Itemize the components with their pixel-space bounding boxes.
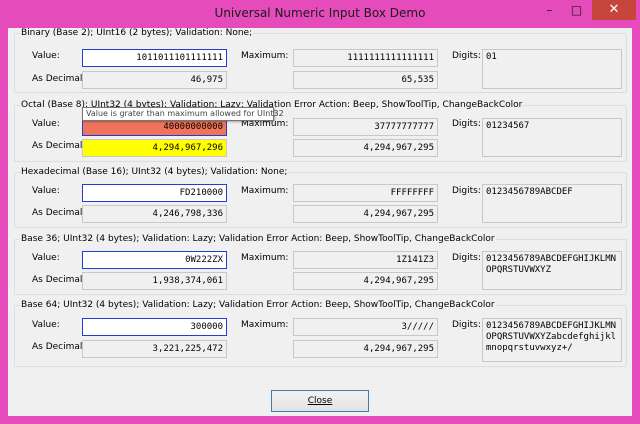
maximum-field: 1Z141Z3	[293, 251, 438, 269]
maximum-decimal-field: 4,294,967,295	[293, 340, 438, 358]
maximum-field: FFFFFFFF	[293, 184, 438, 202]
digits-field: 01	[482, 49, 622, 89]
value-label: Value:	[32, 253, 60, 263]
value-input[interactable]: 300000	[82, 318, 227, 336]
digits-field: 0123456789ABCDEFGHIJKLMNOPQRSTUVWXYZabcd…	[482, 318, 622, 362]
digits-label: Digits:	[452, 119, 481, 129]
as-decimal-label: As Decimal:	[32, 141, 86, 151]
group-title: Base 36; UInt32 (4 bytes); Validation: L…	[20, 234, 496, 244]
maximum-label: Maximum:	[241, 253, 289, 263]
value-label: Value:	[32, 51, 60, 61]
digits-field: 0123456789ABCDEFGHIJKLMNOPQRSTUVWXYZ	[482, 251, 622, 290]
maximum-field: 3/////	[293, 318, 438, 336]
value-input[interactable]: 0W222ZX	[82, 251, 227, 269]
as-decimal-label: As Decimal:	[32, 342, 86, 352]
maximum-decimal-field: 4,294,967,295	[293, 139, 438, 157]
group-binary: Binary (Base 2); UInt16 (2 bytes); Valid…	[14, 28, 627, 93]
group-base64: Base 64; UInt32 (4 bytes); Validation: L…	[14, 300, 627, 367]
digits-label: Digits:	[452, 51, 481, 61]
digits-label: Digits:	[452, 253, 481, 263]
maximum-decimal-field: 65,535	[293, 71, 438, 89]
group-title: Base 64; UInt32 (4 bytes); Validation: L…	[20, 300, 496, 310]
value-label: Value:	[32, 186, 60, 196]
minimize-icon[interactable]: –	[536, 0, 563, 20]
value-input[interactable]: 1011011101111111	[82, 49, 227, 67]
close-icon[interactable]: ✕	[592, 0, 636, 20]
group-hexadecimal: Hexadecimal (Base 16); UInt32 (4 bytes);…	[14, 167, 627, 228]
as-decimal-field: 46,975	[82, 71, 227, 89]
as-decimal-field: 4,246,798,336	[82, 205, 227, 223]
group-title: Hexadecimal (Base 16); UInt32 (4 bytes);…	[20, 167, 289, 177]
value-label: Value:	[32, 320, 60, 330]
maximum-field: 1111111111111111	[293, 49, 438, 67]
group-base36: Base 36; UInt32 (4 bytes); Validation: L…	[14, 234, 627, 295]
title-bar[interactable]: Universal Numeric Input Box Demo – □ ✕	[0, 0, 640, 28]
as-decimal-field: 4,294,967,296	[82, 139, 227, 157]
value-label: Value:	[32, 119, 60, 129]
maximum-decimal-field: 4,294,967,295	[293, 205, 438, 223]
validation-tooltip: Value is grater than maximum allowed for…	[82, 107, 284, 121]
as-decimal-field: 3,221,225,472	[82, 340, 227, 358]
close-button[interactable]: Close	[271, 390, 369, 412]
maximum-field: 37777777777	[293, 118, 438, 136]
maximum-label: Maximum:	[241, 186, 289, 196]
maximum-label: Maximum:	[241, 320, 289, 330]
dialog-client-area: Binary (Base 2); UInt16 (2 bytes); Valid…	[8, 28, 632, 416]
as-decimal-label: As Decimal:	[32, 275, 86, 285]
group-title: Binary (Base 2); UInt16 (2 bytes); Valid…	[20, 28, 254, 38]
maximize-icon[interactable]: □	[563, 0, 590, 20]
close-button-label: Close	[307, 396, 333, 406]
as-decimal-field: 1,938,374,061	[82, 272, 227, 290]
app-window: Universal Numeric Input Box Demo – □ ✕ B…	[0, 0, 640, 424]
maximum-label: Maximum:	[241, 51, 289, 61]
maximum-decimal-field: 4,294,967,295	[293, 272, 438, 290]
digits-field: 01234567	[482, 118, 622, 157]
as-decimal-label: As Decimal:	[32, 208, 86, 218]
as-decimal-label: As Decimal:	[32, 74, 86, 84]
digits-field: 0123456789ABCDEF	[482, 184, 622, 223]
digits-label: Digits:	[452, 320, 481, 330]
value-input[interactable]: FD210000	[82, 184, 227, 202]
digits-label: Digits:	[452, 186, 481, 196]
